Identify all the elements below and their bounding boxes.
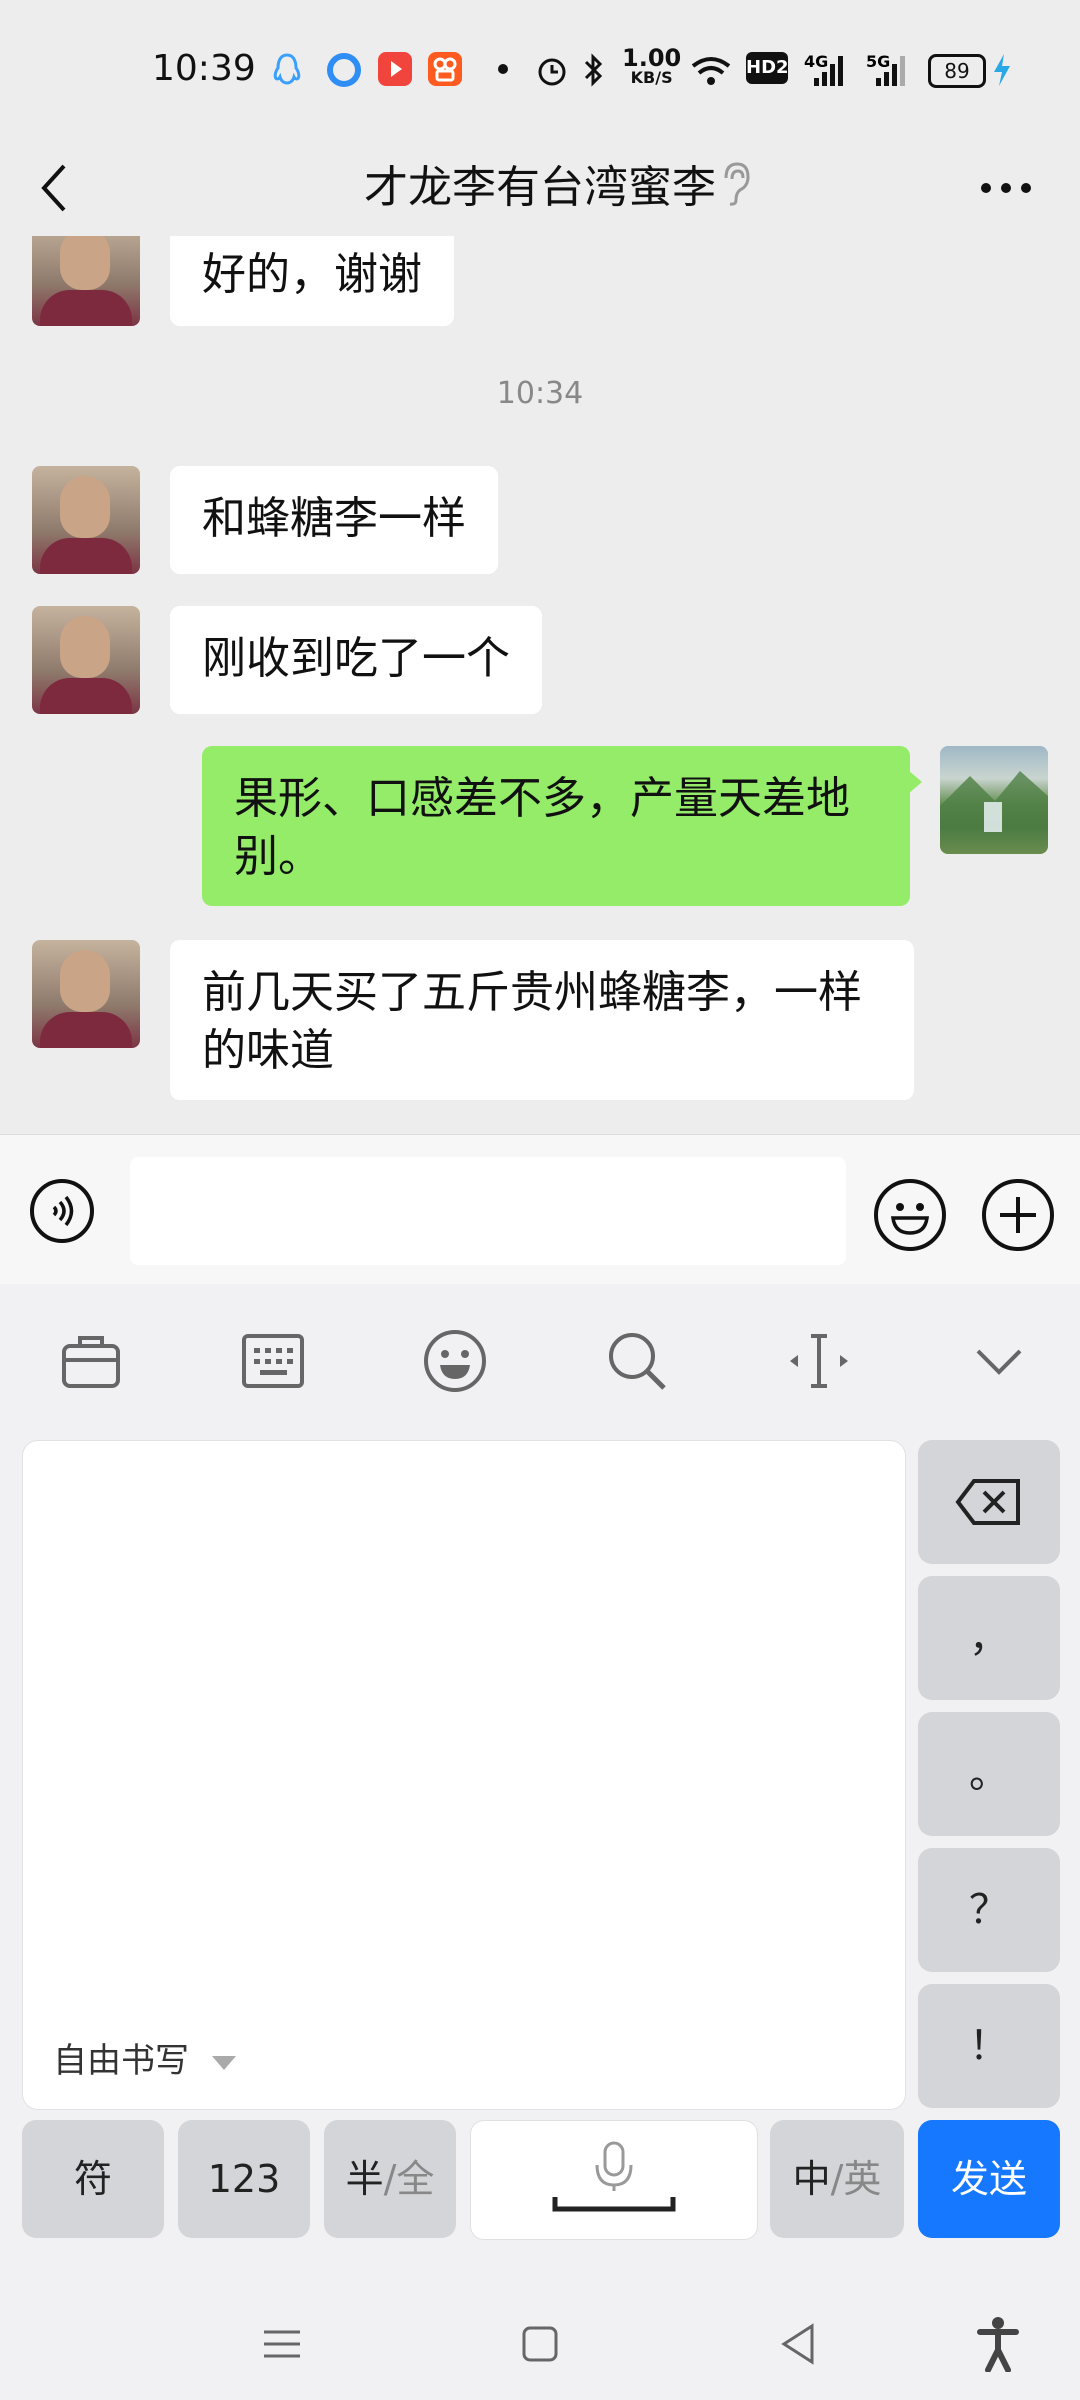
incoming-message[interactable]: 刚收到吃了一个 [170,606,542,714]
kuaishou-icon [428,52,462,86]
incoming-message[interactable]: 前几天买了五斤贵州蜂糖李，一样的味道 [170,940,914,1100]
chat-title: 才龙李有台湾蜜李 [364,162,716,213]
alarm-icon [538,58,566,86]
dropdown-icon [211,2055,236,2070]
network-speed: 1.00 KB/S [622,44,682,88]
handwriting-mode-text: 自由书写 [53,2041,189,2081]
exclamation-key[interactable]: ！ [918,1984,1060,2108]
numbers-key[interactable]: 123 [178,2120,310,2238]
microphone-icon [552,2141,676,2212]
message-list[interactable]: 好的，谢谢 10:34 和蜂糖李一样 刚收到吃了一个 果形、口感差不多，产量天差… [0,236,1080,1134]
more-dots-icon[interactable] [978,176,1034,200]
space-key[interactable] [470,2120,758,2240]
outgoing-message[interactable]: 果形、口感差不多，产量天差地别。 [202,746,910,906]
contact-avatar[interactable] [32,236,140,326]
handwriting-pad[interactable]: 自由书写 [22,1440,906,2110]
input-bar [0,1134,1080,1285]
half-label: 半 [345,2157,384,2201]
contact-avatar[interactable] [32,466,140,574]
hd-badge: HD2 [746,52,789,84]
backspace-key[interactable] [918,1440,1060,1564]
collapse-icon[interactable] [964,1326,1034,1396]
english-label: 英 [843,2157,882,2201]
signal-4g-icon [814,56,843,86]
message-text: 和蜂糖李一样 [202,493,466,544]
emoji-icon[interactable] [420,1326,490,1396]
signal-5g-icon [876,56,905,86]
cursor-icon[interactable] [784,1326,854,1396]
back-nav-icon[interactable] [778,2322,818,2366]
backspace-icon [955,1479,1020,1525]
status-time: 10:39 [152,48,256,89]
qq-icon [273,53,301,85]
message-text: 果形、口感差不多，产量天差地别。 [234,773,850,882]
network-speed-value: 1.00 [622,44,682,72]
video-app-icon [378,52,412,86]
half-full-width-key[interactable]: 半/全 [324,2120,456,2238]
symbols-key[interactable]: 符 [22,2120,164,2238]
incoming-message[interactable]: 好的，谢谢 [170,236,454,326]
message-text: 好的，谢谢 [202,249,422,300]
contact-avatar[interactable] [32,940,140,1048]
my-avatar[interactable] [940,746,1048,854]
notification-dot-icon [498,64,508,74]
message-input[interactable] [130,1157,846,1265]
search-icon[interactable] [602,1326,672,1396]
accessibility-icon[interactable] [976,2316,1020,2372]
incoming-message[interactable]: 和蜂糖李一样 [170,466,498,574]
ime-keyboard: 自由书写 ， 。 ？ ！ 符 123 半/全 中/英 发送 [0,1284,1080,2400]
network-speed-unit: KB/S [630,68,673,87]
full-label: 全 [396,2157,435,2201]
chinese-english-key[interactable]: 中/英 [770,2120,904,2238]
message-text: 刚收到吃了一个 [202,633,510,684]
message-text: 前几天买了五斤贵州蜂糖李，一样的味道 [202,967,862,1076]
contact-avatar[interactable] [32,606,140,714]
message-timestamp: 10:34 [496,376,584,411]
menu-icon[interactable] [262,2324,302,2364]
question-key[interactable]: ？ [918,1848,1060,1972]
status-bar: 10:39 1.00 KB/S HD2 4G 5G 89 [0,0,1080,140]
send-button[interactable]: 发送 [918,2120,1060,2238]
home-icon[interactable] [520,2324,560,2364]
bluetooth-icon [584,53,603,87]
briefcase-icon[interactable] [56,1326,126,1396]
plus-icon[interactable] [982,1179,1054,1251]
comma-key[interactable]: ， [918,1576,1060,1700]
wifi-icon [691,57,731,85]
period-key[interactable]: 。 [918,1712,1060,1836]
battery-indicator: 89 [928,54,986,88]
handwriting-mode-label[interactable]: 自由书写 [53,2033,238,2082]
bubble-tail [908,770,922,794]
charging-icon [994,54,1010,86]
keyboard-icon[interactable] [238,1326,308,1396]
chinese-label: 中 [792,2157,831,2201]
chat-header: 才龙李有台湾蜜李 [0,140,1080,236]
voice-icon[interactable] [30,1179,94,1243]
browser-icon [327,53,361,87]
system-navigation-bar [0,2294,1080,2394]
emoji-icon[interactable] [874,1179,946,1251]
ear-icon [724,162,750,206]
